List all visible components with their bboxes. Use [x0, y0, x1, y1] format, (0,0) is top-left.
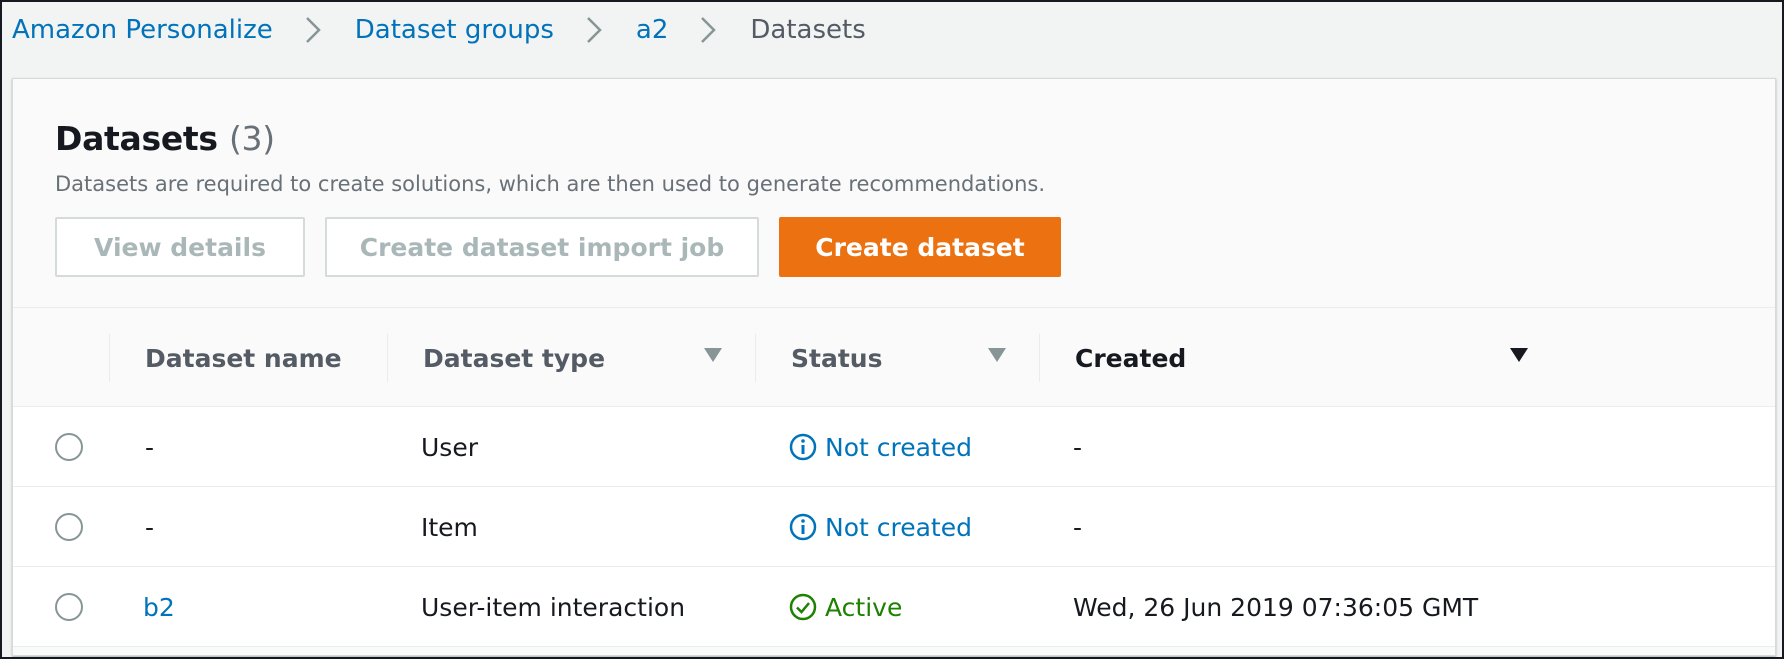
table-row[interactable]: - Item Not created -	[13, 487, 1775, 567]
sort-caret-icon[interactable]	[703, 346, 723, 364]
status-cell: Active	[789, 567, 902, 647]
panel-title-text: Datasets	[55, 119, 218, 158]
panel-description: Datasets are required to create solution…	[55, 172, 1046, 196]
dataset-type-cell: User-item interaction	[421, 592, 686, 622]
column-header-dataset-type[interactable]: Dataset type	[423, 308, 605, 408]
breadcrumb: Amazon Personalize Dataset groups a2 Dat…	[12, 8, 866, 52]
breadcrumb-amazon-personalize[interactable]: Amazon Personalize	[12, 15, 273, 45]
status-text: Active	[825, 592, 903, 622]
row-select-radio[interactable]	[55, 593, 83, 621]
column-header-status[interactable]: Status	[791, 308, 882, 408]
status-cell: Not created	[789, 487, 972, 567]
created-cell: -	[1073, 512, 1083, 542]
column-divider	[755, 334, 756, 382]
sort-descending-icon[interactable]	[1509, 346, 1529, 364]
created-cell: Wed, 26 Jun 2019 07:36:05 GMT	[1073, 592, 1479, 622]
action-buttons: View details Create dataset import job C…	[55, 217, 1061, 277]
table-row[interactable]: b2 User-item interaction Active Wed, 26 …	[13, 567, 1775, 647]
table-row[interactable]: - User Not created -	[13, 407, 1775, 487]
breadcrumb-datasets: Datasets	[750, 15, 866, 45]
view-details-button[interactable]: View details	[55, 217, 305, 277]
column-divider	[387, 334, 388, 382]
chevron-right-icon	[694, 16, 722, 44]
chevron-right-icon	[299, 16, 327, 44]
check-circle-icon	[789, 593, 817, 621]
status-text: Not created	[825, 512, 972, 542]
column-header-dataset-name[interactable]: Dataset name	[145, 308, 342, 408]
datasets-table: Dataset name Dataset type Status Created…	[13, 307, 1775, 647]
table-header: Dataset name Dataset type Status Created	[13, 307, 1775, 407]
dataset-type-cell: User	[421, 432, 478, 462]
row-select-radio[interactable]	[55, 513, 83, 541]
dataset-name-cell: -	[145, 512, 155, 542]
datasets-panel: Datasets (3) Datasets are required to cr…	[12, 78, 1776, 656]
panel-title: Datasets (3)	[55, 119, 1735, 158]
breadcrumb-dataset-groups[interactable]: Dataset groups	[355, 15, 554, 45]
chevron-right-icon	[580, 16, 608, 44]
column-header-created[interactable]: Created	[1075, 308, 1186, 408]
create-import-job-button[interactable]: Create dataset import job	[325, 217, 759, 277]
breadcrumb-a2[interactable]: a2	[636, 15, 668, 45]
column-divider	[1039, 334, 1040, 382]
info-icon	[789, 513, 817, 541]
dataset-type-cell: Item	[421, 512, 478, 542]
dataset-count: (3)	[228, 119, 275, 158]
table-body: - User Not created - - Item Not created …	[13, 407, 1775, 647]
panel-header: Datasets (3) Datasets are required to cr…	[55, 119, 1735, 196]
column-divider	[109, 334, 110, 382]
create-dataset-button[interactable]: Create dataset	[779, 217, 1061, 277]
dataset-name-cell: -	[145, 432, 155, 462]
status-cell: Not created	[789, 407, 972, 487]
row-select-radio[interactable]	[55, 433, 83, 461]
dataset-name-link[interactable]: b2	[143, 567, 175, 647]
status-text: Not created	[825, 432, 972, 462]
created-cell: -	[1073, 432, 1083, 462]
info-icon	[789, 433, 817, 461]
sort-caret-icon[interactable]	[987, 346, 1007, 364]
